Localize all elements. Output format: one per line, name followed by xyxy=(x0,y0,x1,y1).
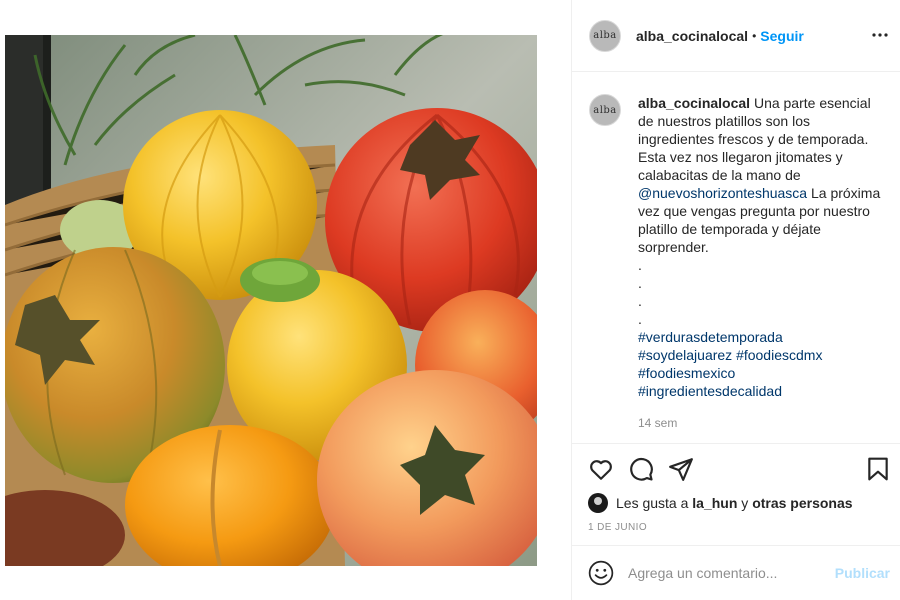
hashtag-line: #soydelajuarez #foodiescdmx xyxy=(638,346,886,364)
caption-dot-line: . xyxy=(638,257,642,273)
post-photo[interactable] xyxy=(5,35,537,566)
caption-username[interactable]: alba_cocinalocal xyxy=(638,95,750,111)
hashtag-link[interactable]: #foodiesmexico xyxy=(638,365,735,381)
heart-icon[interactable] xyxy=(588,456,614,482)
post-header: alba alba_cocinalocal • Seguir xyxy=(572,0,900,72)
caption-avatar-logo-text: alba xyxy=(593,104,617,116)
caption-dot-line: . xyxy=(638,311,642,327)
vegetables-photo-illustration xyxy=(5,35,537,566)
header-separator: • xyxy=(752,28,757,43)
likes-summary[interactable]: Les gusta a la_hun y otras personas xyxy=(572,493,900,513)
author-avatar[interactable]: alba xyxy=(589,19,621,52)
comment-icon[interactable] xyxy=(628,456,654,482)
comment-input[interactable] xyxy=(628,565,835,581)
liker-avatar[interactable] xyxy=(588,493,608,513)
avatar-logo-text: alba xyxy=(593,30,617,41)
caption-author-avatar[interactable]: alba xyxy=(589,94,621,126)
publish-comment-button[interactable]: Publicar xyxy=(835,565,890,581)
post-side-panel: alba alba_cocinalocal • Seguir alba alba… xyxy=(571,0,900,600)
caption-body: alba_cocinalocal Una parte esencial de n… xyxy=(638,94,886,432)
hashtag-line: #foodiesmexico xyxy=(638,364,886,382)
likes-others-link[interactable]: otras personas xyxy=(752,495,852,511)
hashtag-line: #ingredientesdecalidad xyxy=(638,382,886,400)
post-date[interactable]: 1 DE JUNIO xyxy=(572,522,900,533)
add-comment-bar: Publicar xyxy=(572,545,900,600)
hashtag-link[interactable]: #ingredientesdecalidad xyxy=(638,383,782,399)
hashtag-link[interactable]: #verdurasdetemporada xyxy=(638,329,783,345)
post-media-column xyxy=(0,0,570,600)
likes-conjunction: y xyxy=(741,495,749,511)
caption-dot-line: . xyxy=(638,275,642,291)
caption-dot-line: . xyxy=(638,293,642,309)
bookmark-icon[interactable] xyxy=(865,456,891,482)
liker-username[interactable]: la_hun xyxy=(692,495,737,511)
action-icons-row xyxy=(572,444,900,494)
caption-comment: alba alba_cocinalocal Una parte esencial… xyxy=(589,94,886,432)
hashtag-line: #verdurasdetemporada xyxy=(638,328,886,346)
share-icon[interactable] xyxy=(668,456,694,482)
more-options-icon[interactable] xyxy=(872,27,888,43)
author-username[interactable]: alba_cocinalocal xyxy=(636,28,748,44)
emoji-icon[interactable] xyxy=(588,560,614,586)
caption-mention-link[interactable]: @nuevoshorizonteshuasca xyxy=(638,185,807,201)
likes-prefix: Les gusta a xyxy=(616,495,689,511)
hashtag-link[interactable]: #foodiescdmx xyxy=(736,347,822,363)
hashtag-link[interactable]: #soydelajuarez xyxy=(638,347,732,363)
caption-timestamp[interactable]: 14 sem xyxy=(638,414,886,432)
comments-area[interactable]: alba alba_cocinalocal Una parte esencial… xyxy=(572,73,900,443)
follow-button[interactable]: Seguir xyxy=(760,28,804,44)
